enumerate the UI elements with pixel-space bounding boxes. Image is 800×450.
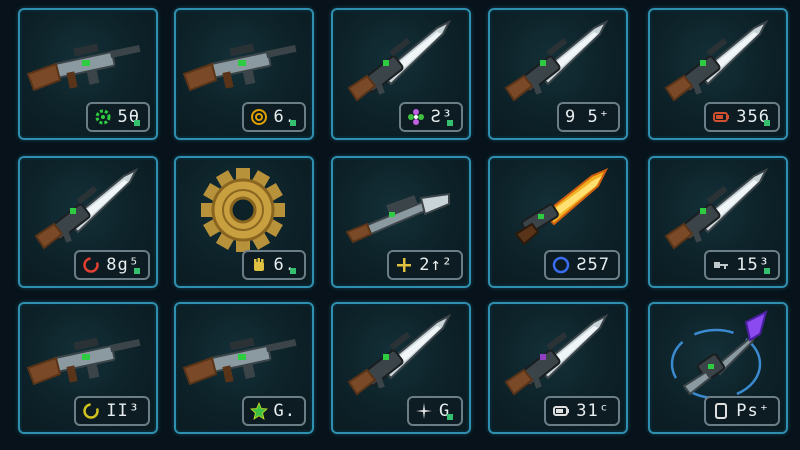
crystal-lance-artwork [654, 308, 782, 404]
inventory-slot-drill-rifle[interactable]: 2↑² [331, 156, 471, 288]
upgrade-pip-icon [134, 268, 140, 274]
key-icon [712, 256, 730, 274]
ring-icon [82, 256, 100, 274]
stat-value: G. [273, 401, 296, 421]
inventory-slot-flame-sword-rifle[interactable]: Ƨ57 [488, 156, 628, 288]
stat-value: 31ᶜ [576, 401, 610, 421]
inventory-slot-carbine-long[interactable]: ΙΙ³ [18, 302, 158, 434]
sparkle-icon [415, 402, 433, 420]
drill-rifle-artwork [337, 162, 465, 258]
lance-rifle-artwork [494, 308, 622, 404]
saw-rifle-artwork [654, 162, 782, 258]
flower-icon [407, 108, 425, 126]
inventory-slot-rifle-bayonet[interactable]: 9 5⁺ [488, 8, 628, 140]
inventory-grid: 5θ 6. Ƨ³ 9 5⁺ 356 8g⁵ 6. 2↑² Ƨ57 15³ ΙΙ³ G. G 31ᶜ Ps⁺ [0, 0, 800, 450]
stat-badge: G [407, 396, 463, 426]
inventory-slot-rifle-wood-stock[interactable]: 5θ [18, 8, 158, 140]
stat-badge: 5θ [85, 102, 150, 132]
stat-value: 2↑² [419, 255, 453, 275]
target-icon [250, 108, 268, 126]
battery-icon [712, 108, 730, 126]
stat-value: Ps⁺ [736, 401, 770, 421]
upgrade-pip-icon [290, 268, 296, 274]
inventory-slot-blood-blade-rifle[interactable]: G [331, 302, 471, 434]
inventory-slot-lance-rifle[interactable]: 31ᶜ [488, 302, 628, 434]
inventory-slot-bronze-gear[interactable]: 6. [174, 156, 314, 288]
upgrade-pip-icon [290, 120, 296, 126]
upgrade-pip-icon [447, 414, 453, 420]
rifle-wood-stock-artwork [24, 14, 152, 110]
stat-badge: 2↑² [387, 250, 463, 280]
stat-value: 9 5⁺ [565, 107, 610, 127]
stat-badge: Ƨ³ [398, 102, 463, 132]
stat-badge: Ƨ57 [544, 250, 620, 280]
inventory-slot-crystal-lance[interactable]: Ps⁺ [648, 302, 788, 434]
inventory-slot-blade-rifle-scoped[interactable]: Ƨ³ [331, 8, 471, 140]
sword-rifle-long-artwork [654, 14, 782, 110]
stat-badge: G. [241, 396, 306, 426]
stat-value: ΙΙ³ [106, 401, 140, 421]
cross-icon [395, 256, 413, 274]
blade-rifle-serrated-artwork [24, 162, 152, 258]
gear-icon [94, 108, 112, 126]
stat-badge: 6. [241, 102, 306, 132]
star-icon [249, 402, 268, 420]
stat-badge: 356 [704, 102, 780, 132]
blood-blade-rifle-artwork [337, 308, 465, 404]
stat-badge: 8g⁵ [74, 250, 150, 280]
blade-rifle-scoped-artwork [337, 14, 465, 110]
stat-badge: 6. [241, 250, 306, 280]
rifle-bayonet-artwork [494, 14, 622, 110]
upgrade-pip-icon [764, 268, 770, 274]
inventory-slot-saw-rifle[interactable]: 15³ [648, 156, 788, 288]
carbine-compact-artwork [180, 308, 308, 404]
stat-value: Ƨ57 [576, 255, 610, 275]
inventory-slot-blade-rifle-serrated[interactable]: 8g⁵ [18, 156, 158, 288]
inventory-slot-carbine-compact[interactable]: G. [174, 302, 314, 434]
carbine-long-artwork [24, 308, 152, 404]
stat-badge: ΙΙ³ [74, 396, 150, 426]
bronze-gear-artwork [180, 162, 308, 258]
stat-badge: 9 5⁺ [557, 102, 620, 132]
bracket-icon [712, 402, 730, 420]
stat-badge: 15³ [704, 250, 780, 280]
ring-icon [82, 402, 100, 420]
rifle-compact-artwork [180, 14, 308, 110]
inventory-slot-sword-rifle-long[interactable]: 356 [648, 8, 788, 140]
upgrade-pip-icon [764, 120, 770, 126]
fist-icon [250, 256, 268, 274]
upgrade-pip-icon [447, 120, 453, 126]
inventory-slot-rifle-compact[interactable]: 6. [174, 8, 314, 140]
flame-sword-rifle-artwork [494, 162, 622, 258]
upgrade-pip-icon [134, 120, 140, 126]
stat-badge: 31ᶜ [544, 396, 620, 426]
battery-icon [552, 402, 570, 420]
circle-icon [552, 256, 570, 274]
stat-badge: Ps⁺ [704, 396, 780, 426]
